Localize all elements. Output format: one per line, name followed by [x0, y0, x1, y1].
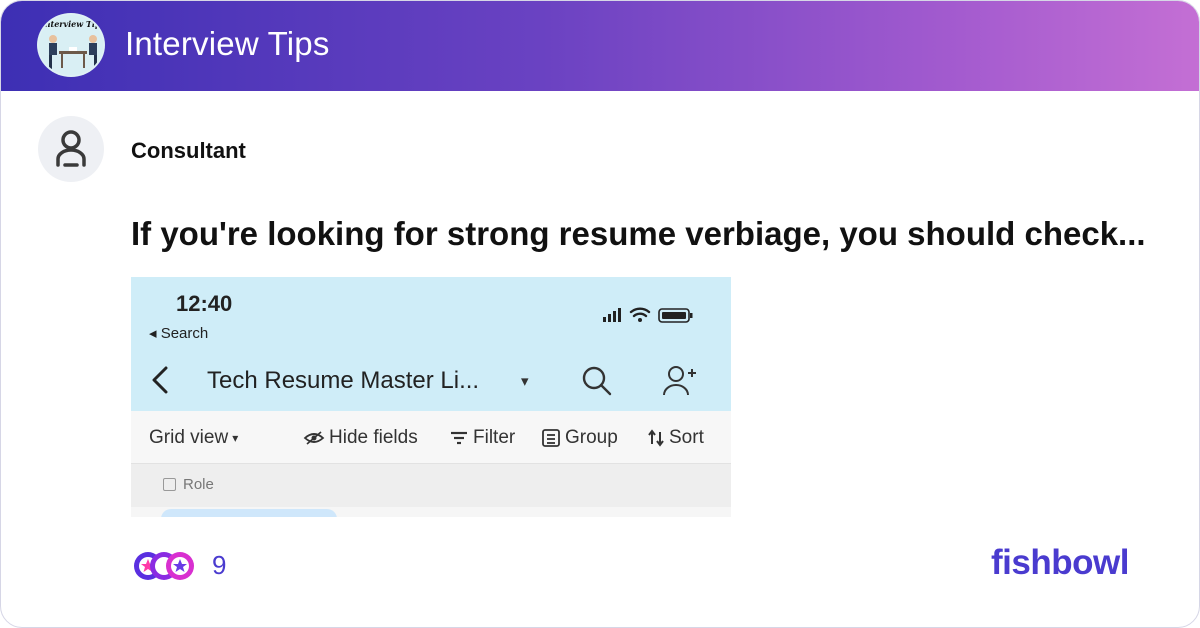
chevron-left-icon — [147, 363, 173, 402]
group-icon — [542, 429, 560, 447]
field-label: Role — [183, 476, 214, 493]
record-pill — [161, 509, 337, 517]
clap-reaction-icon — [166, 552, 194, 580]
group-avatar-text: Interview Tips — [40, 19, 105, 29]
sort-icon — [648, 429, 664, 447]
status-time: 12:40 — [176, 291, 233, 316]
grid-view-menu: Grid view ▾ — [149, 427, 238, 449]
chevron-down-icon: ▾ — [521, 373, 529, 390]
group-avatar[interactable]: Interview Tips — [37, 13, 105, 77]
group-control: Group — [541, 427, 618, 449]
filter-icon — [451, 431, 467, 445]
base-title: Tech Resume Master Li... — [207, 367, 480, 394]
sort-label: Sort — [669, 427, 704, 448]
fishbowl-logo[interactable]: fishbowl — [991, 543, 1129, 583]
grid-view-label: Grid view — [149, 427, 229, 448]
field-header-row: Role — [131, 463, 731, 507]
eye-hidden-icon — [303, 431, 325, 445]
back-to-search: ◂ Search — [149, 325, 209, 342]
post-card: Interview Tips Interview Tips Consultant… — [0, 0, 1200, 628]
filter-label: Filter — [473, 427, 516, 448]
post-image[interactable]: 12:40 ◂ Search Tech Resume Master Li... … — [131, 277, 731, 517]
post-title[interactable]: If you're looking for strong resume verb… — [131, 215, 1146, 253]
group-title[interactable]: Interview Tips — [125, 25, 330, 63]
grid-view-caret-icon: ▾ — [232, 431, 239, 445]
field-type-icon — [163, 478, 176, 491]
person-icon — [56, 130, 86, 167]
search-icon — [579, 363, 615, 404]
reaction-icons[interactable] — [131, 549, 197, 583]
hide-fields-control: Hide fields — [303, 427, 418, 449]
group-label: Group — [565, 427, 618, 448]
author-name[interactable]: Consultant — [131, 138, 246, 164]
sort-control: Sort — [647, 427, 704, 449]
signal-icon — [603, 308, 621, 322]
group-header: Interview Tips Interview Tips — [1, 1, 1199, 91]
author-avatar[interactable] — [38, 116, 104, 182]
view-toolbar: Grid view ▾ Hide fields Filter Group Sor… — [131, 411, 731, 463]
filter-control: Filter — [449, 427, 515, 449]
status-icons — [601, 305, 711, 330]
wifi-icon — [629, 307, 651, 318]
hide-fields-label: Hide fields — [329, 427, 418, 448]
battery-icon — [658, 308, 693, 323]
add-collaborator-icon — [661, 363, 699, 404]
reaction-count[interactable]: 9 — [212, 550, 226, 581]
